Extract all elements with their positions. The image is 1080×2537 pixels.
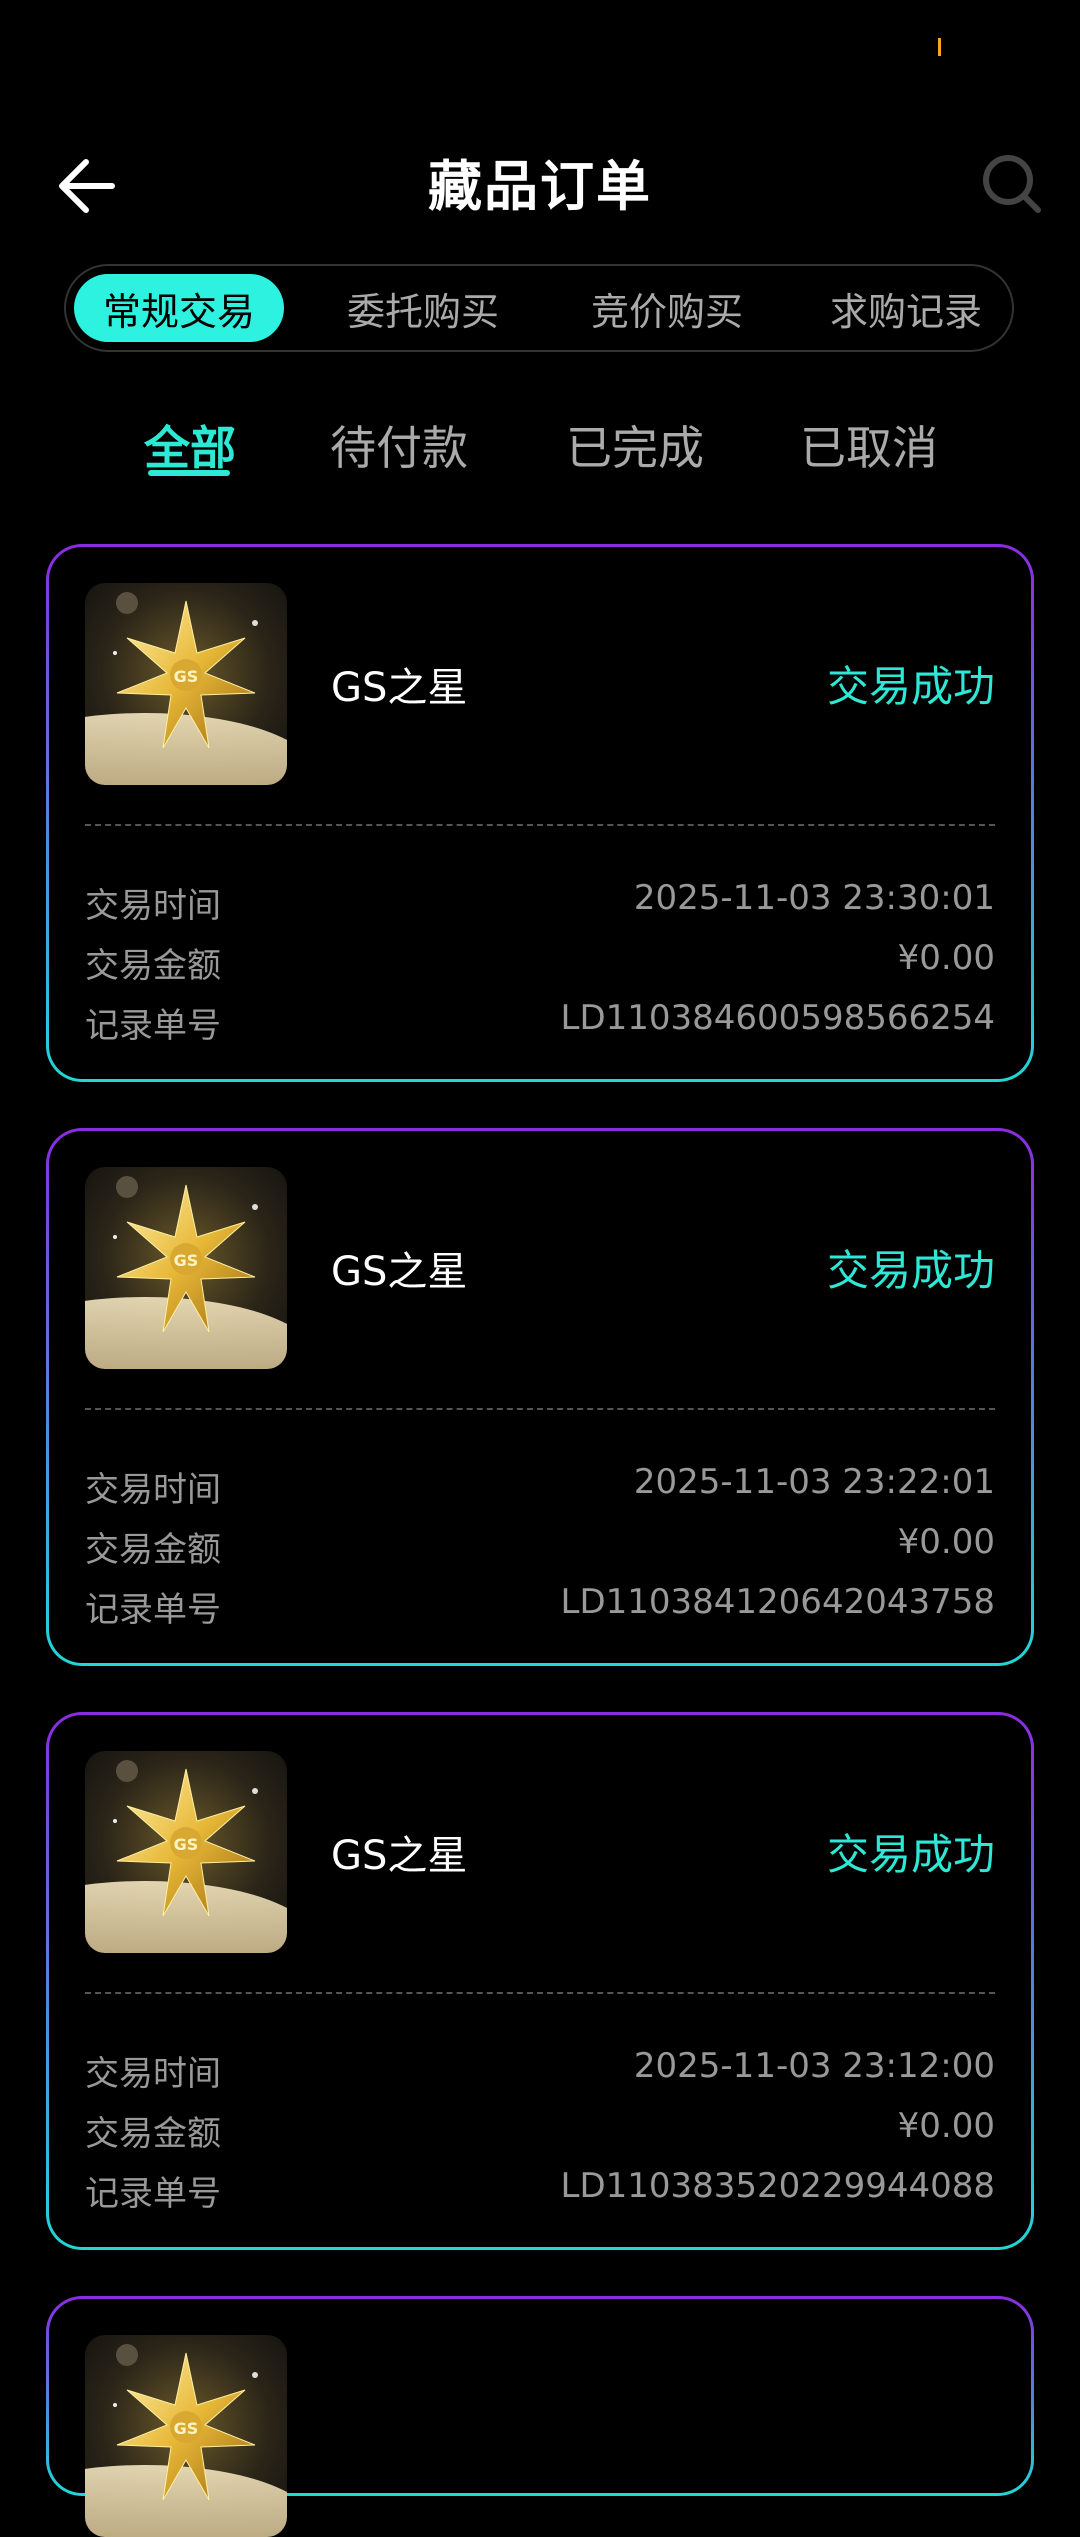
record-number-value: LD110383520229944088 xyxy=(560,2166,996,2206)
tab-regular-trade[interactable]: 常规交易 xyxy=(74,274,284,342)
item-name: GS之星 xyxy=(331,665,468,711)
trade-amount-row: 交易金额 ¥0.00 xyxy=(85,938,995,988)
record-number-label: 记录单号 xyxy=(85,1006,221,1046)
thumbnail-label: GS xyxy=(174,2419,199,2438)
item-name: GS之星 xyxy=(331,1833,468,1879)
status-indicator xyxy=(938,38,941,56)
gold-star-icon: GS xyxy=(85,2335,287,2537)
tab-request-records[interactable]: 求购记录 xyxy=(806,274,1006,342)
order-card[interactable]: GS GS之星 交易成功 交易时间 2025-11-03 23:12:00 交易… xyxy=(46,1712,1034,2250)
record-number-value: LD110384600598566254 xyxy=(560,998,996,1038)
trade-time-label: 交易时间 xyxy=(85,886,221,926)
record-number-label: 记录单号 xyxy=(85,1590,221,1630)
thumbnail-label: GS xyxy=(174,1251,199,1270)
trade-amount-label: 交易金额 xyxy=(85,946,221,986)
trade-amount-value: ¥0.00 xyxy=(897,1522,995,1562)
status-filter-tabs: 全部 待付款 已完成 已取消 xyxy=(0,400,1080,490)
trade-type-tabs: 常规交易 委托购买 竞价购买 求购记录 xyxy=(64,264,1014,352)
thumbnail-label: GS xyxy=(174,1835,199,1854)
header: 藏品订单 xyxy=(0,120,1080,240)
divider xyxy=(85,1992,995,1994)
order-card[interactable]: GS GS之星 交易成功 交易时间 2025-11-03 23:22:01 交易… xyxy=(46,1128,1034,1666)
trade-time-row: 交易时间 2025-11-03 23:12:00 xyxy=(85,2046,995,2096)
gold-star-icon: GS xyxy=(85,1167,287,1369)
trade-amount-label: 交易金额 xyxy=(85,2114,221,2154)
filter-cancelled[interactable]: 已取消 xyxy=(800,412,938,478)
thumbnail-label: GS xyxy=(174,667,199,686)
order-status: 交易成功 xyxy=(826,1830,995,1879)
tab-entrusted-purchase[interactable]: 委托购买 xyxy=(318,274,528,342)
filter-pending-payment[interactable]: 待付款 xyxy=(330,412,468,478)
trade-time-value: 2025-11-03 23:22:01 xyxy=(633,1462,995,1502)
record-number-value: LD110384120642043758 xyxy=(560,1582,996,1622)
item-name: GS之星 xyxy=(331,1249,468,1295)
trade-time-row: 交易时间 2025-11-03 23:30:01 xyxy=(85,878,995,928)
record-number-row: 记录单号 LD110384600598566254 xyxy=(85,998,995,1048)
trade-time-value: 2025-11-03 23:30:01 xyxy=(633,878,995,918)
order-card[interactable]: GS xyxy=(46,2296,1034,2537)
tab-bid-purchase[interactable]: 竞价购买 xyxy=(562,274,772,342)
divider xyxy=(85,1408,995,1410)
record-number-label: 记录单号 xyxy=(85,2174,221,2214)
trade-time-label: 交易时间 xyxy=(85,1470,221,1510)
search-icon xyxy=(983,155,1041,213)
trade-amount-row: 交易金额 ¥0.00 xyxy=(85,1522,995,1572)
trade-time-label: 交易时间 xyxy=(85,2054,221,2094)
trade-time-row: 交易时间 2025-11-03 23:22:01 xyxy=(85,1462,995,1512)
gold-star-icon: GS xyxy=(85,583,287,785)
order-status: 交易成功 xyxy=(826,662,995,711)
order-card[interactable]: GS GS之星 交易成功 交易时间 2025-11-03 23:30:01 交易… xyxy=(46,544,1034,1082)
trade-amount-value: ¥0.00 xyxy=(897,2106,995,2146)
page-title: 藏品订单 xyxy=(428,155,652,218)
active-filter-underline xyxy=(148,470,230,476)
divider xyxy=(85,824,995,826)
order-status: 交易成功 xyxy=(826,1246,995,1295)
trade-amount-value: ¥0.00 xyxy=(897,938,995,978)
trade-time-value: 2025-11-03 23:12:00 xyxy=(633,2046,995,2086)
gold-star-icon: GS xyxy=(85,1751,287,1953)
trade-amount-row: 交易金额 ¥0.00 xyxy=(85,2106,995,2156)
trade-amount-label: 交易金额 xyxy=(85,1530,221,1570)
record-number-row: 记录单号 LD110383520229944088 xyxy=(85,2166,995,2216)
filter-completed[interactable]: 已完成 xyxy=(566,412,704,478)
record-number-row: 记录单号 LD110384120642043758 xyxy=(85,1582,995,1632)
filter-all[interactable]: 全部 xyxy=(144,412,236,478)
search-button[interactable] xyxy=(972,144,1052,224)
